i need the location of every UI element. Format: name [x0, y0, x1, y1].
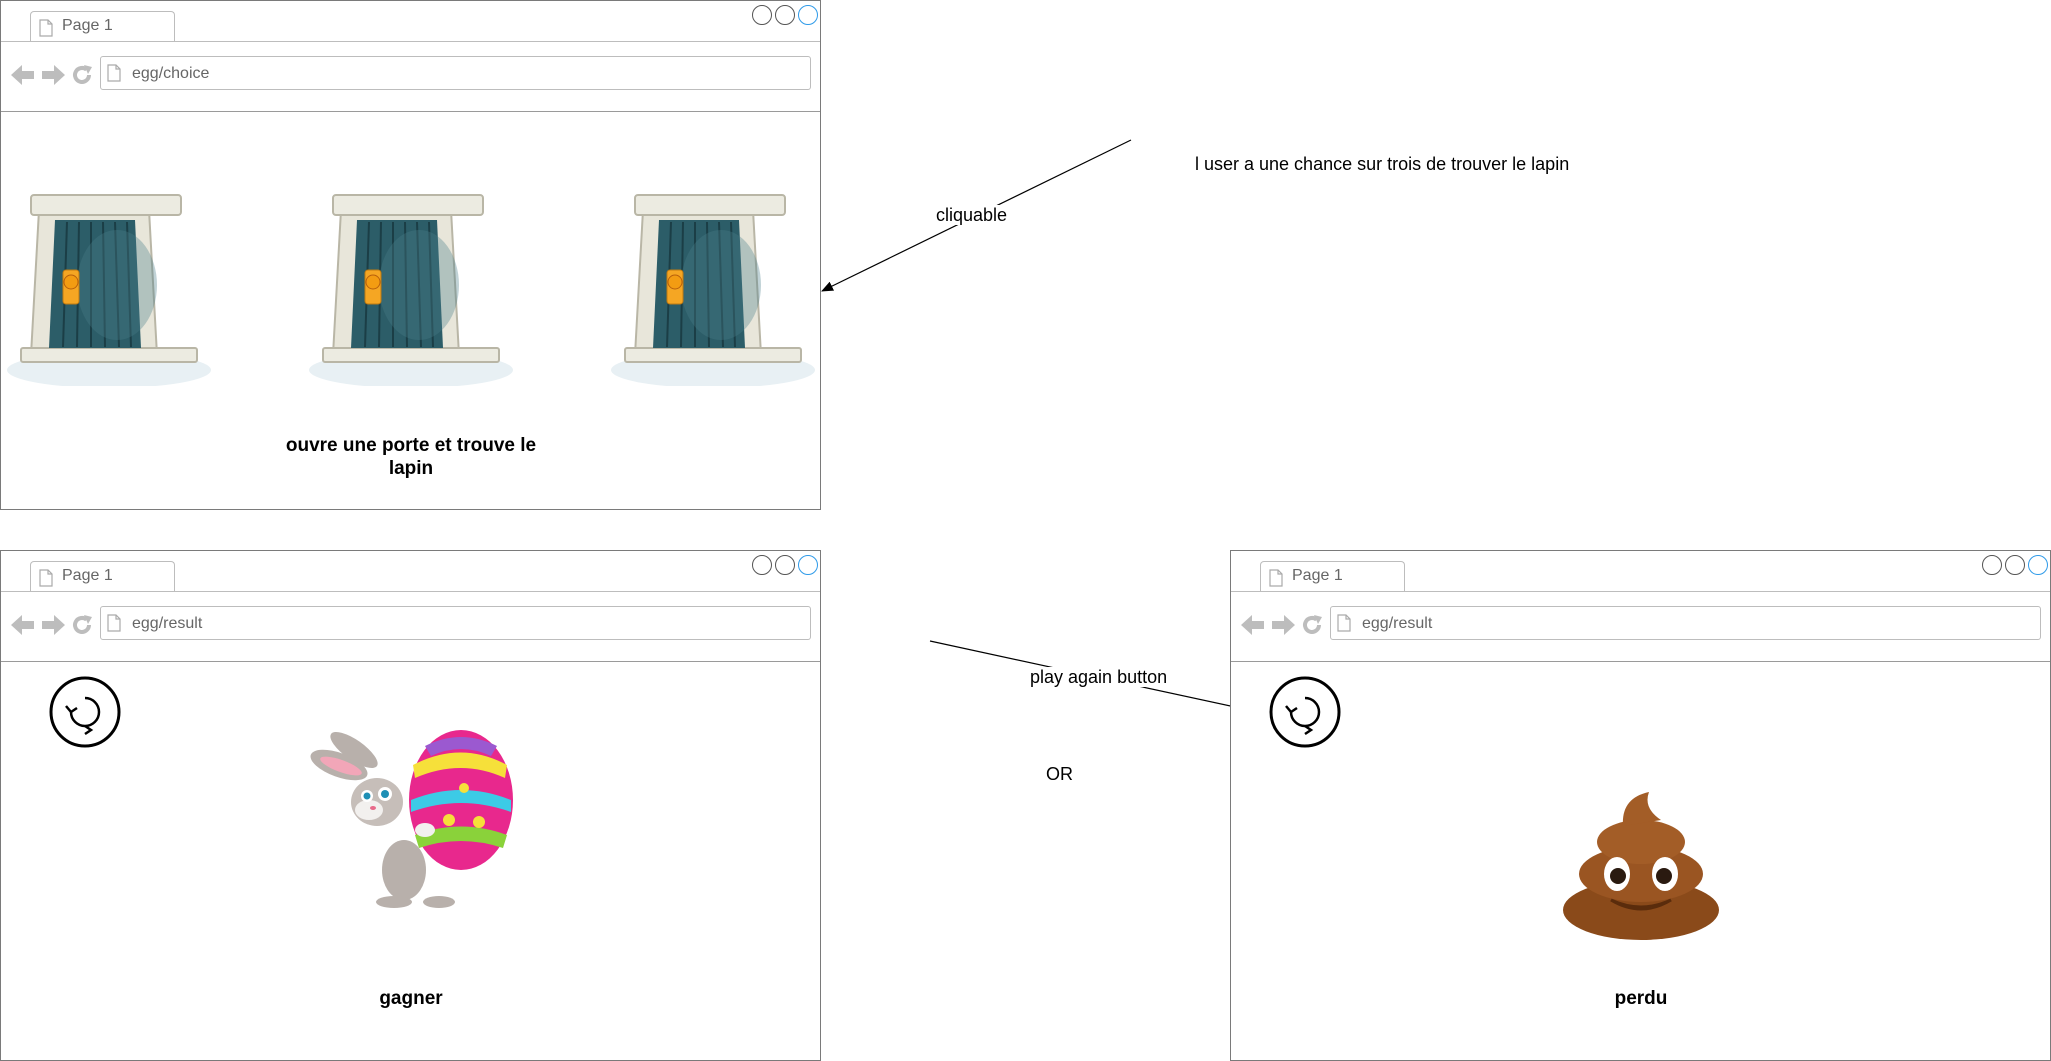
address-bar[interactable]: egg/choice	[100, 56, 811, 90]
cliquable-label: cliquable	[934, 205, 1010, 225]
nav-bar: egg/choice	[1, 42, 820, 112]
page-icon	[107, 64, 121, 82]
minimize-button[interactable]	[1982, 555, 2002, 575]
minimize-button[interactable]	[752, 5, 772, 25]
forward-arrow-icon[interactable]	[41, 64, 65, 86]
play-again-label: play again button	[1028, 667, 1170, 687]
reload-icon[interactable]	[1301, 614, 1323, 636]
forward-arrow-icon[interactable]	[41, 614, 65, 636]
page-icon	[39, 19, 53, 37]
close-button[interactable]	[2028, 555, 2048, 575]
door-icon[interactable]	[7, 190, 212, 386]
tab-bar: Page 1	[1, 551, 820, 592]
tab-label: Page 1	[62, 567, 113, 584]
page-icon	[107, 614, 121, 632]
page-content: perdu	[1231, 662, 2050, 1060]
play-again-annotation: play again button	[1028, 667, 1170, 688]
browser-tab[interactable]: Page 1	[1260, 561, 1405, 591]
maximize-button[interactable]	[775, 5, 795, 25]
tab-label: Page 1	[62, 17, 113, 34]
page-icon	[39, 569, 53, 587]
page-icon	[1337, 614, 1351, 632]
win-browser-window: Page 1 egg/result gagner	[0, 550, 821, 1061]
replay-icon[interactable]	[49, 676, 121, 748]
address-bar[interactable]: egg/result	[1330, 606, 2041, 640]
close-button[interactable]	[798, 5, 818, 25]
page-content: gagner	[1, 662, 820, 1060]
maximize-button[interactable]	[775, 555, 795, 575]
back-arrow-icon[interactable]	[11, 64, 35, 86]
door-icon[interactable]	[309, 190, 514, 386]
lose-browser-window: Page 1 egg/result perdu	[1230, 550, 2051, 1061]
close-button[interactable]	[798, 555, 818, 575]
back-arrow-icon[interactable]	[11, 614, 35, 636]
address-bar[interactable]: egg/result	[100, 606, 811, 640]
chance-annotation: l user a une chance sur trois de trouver…	[1195, 154, 1570, 174]
reload-icon[interactable]	[71, 614, 93, 636]
choice-browser-window: Page 1 egg/choice ouvre une porte et tro…	[0, 0, 821, 510]
page-content: ouvre une porte et trouve le lapin	[1, 112, 820, 509]
page-icon	[1269, 569, 1283, 587]
tab-bar: Page 1	[1, 1, 820, 42]
replay-icon[interactable]	[1269, 676, 1341, 748]
window-controls	[749, 555, 818, 580]
result-caption: perdu	[1614, 988, 1668, 1009]
reload-icon[interactable]	[71, 64, 93, 86]
tab-bar: Page 1	[1231, 551, 2050, 592]
url-text: egg/result	[1362, 615, 1433, 632]
url-text: egg/choice	[132, 65, 210, 82]
url-text: egg/result	[132, 615, 203, 632]
nav-bar: egg/result	[1231, 592, 2050, 662]
forward-arrow-icon[interactable]	[1271, 614, 1295, 636]
cliquable-annotation: cliquable	[934, 205, 1010, 226]
window-controls	[749, 5, 818, 30]
tab-label: Page 1	[1292, 567, 1343, 584]
window-controls	[1979, 555, 2048, 580]
browser-tab[interactable]: Page 1	[30, 11, 175, 41]
result-caption: gagner	[379, 988, 443, 1009]
or-label: OR	[1046, 764, 1073, 784]
maximize-button[interactable]	[2005, 555, 2025, 575]
back-arrow-icon[interactable]	[1241, 614, 1265, 636]
door-icon[interactable]	[611, 190, 816, 386]
poop-icon	[1563, 792, 1719, 940]
page-title: ouvre une porte et trouve le lapin	[285, 435, 537, 479]
minimize-button[interactable]	[752, 555, 772, 575]
nav-bar: egg/result	[1, 592, 820, 662]
browser-tab[interactable]: Page 1	[30, 561, 175, 591]
bunny-egg-icon	[310, 730, 513, 908]
